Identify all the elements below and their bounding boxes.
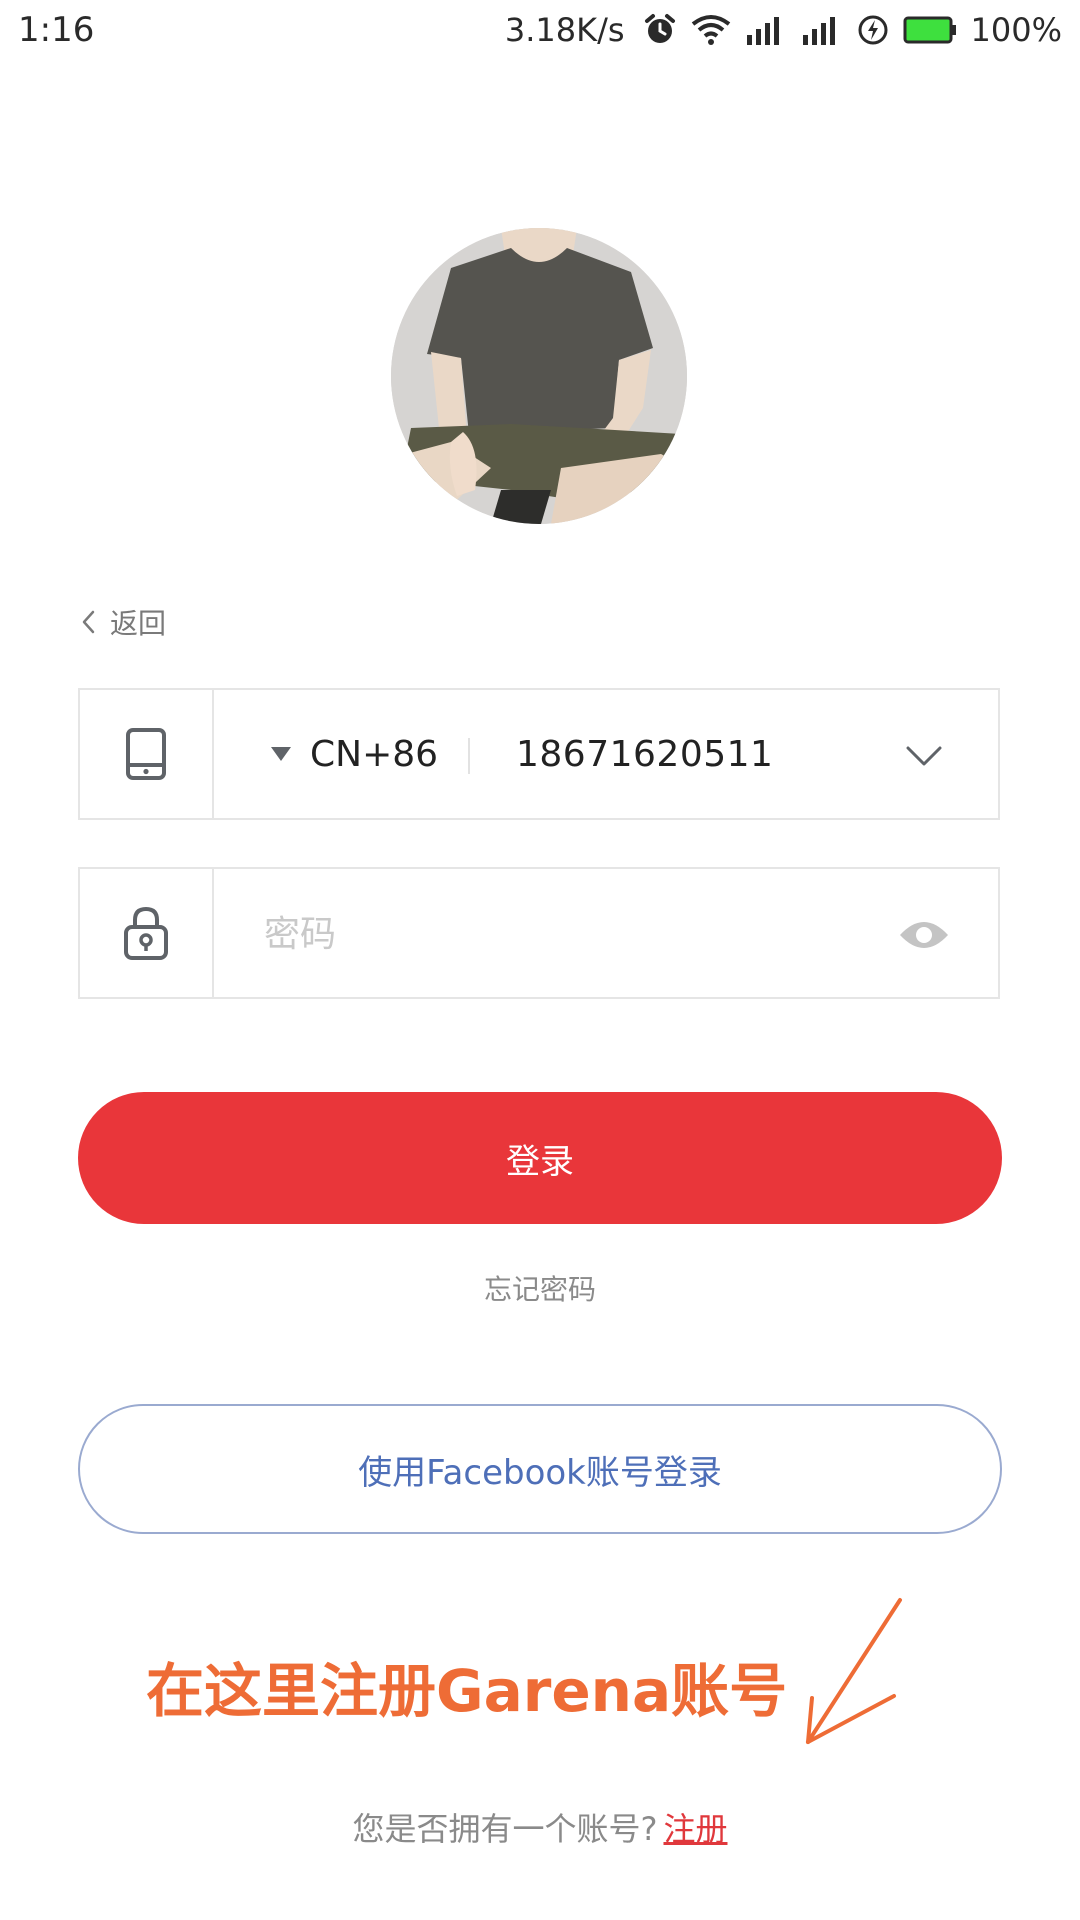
lock-icon [124, 906, 168, 960]
annotation-text: 在这里注册Garena账号 [146, 1657, 788, 1725]
chevron-down-icon[interactable] [904, 736, 944, 776]
status-icons: 3.18K/s 100% [505, 10, 1062, 50]
signal-icon [802, 17, 835, 45]
status-bar: 1:16 3.18K/s 100% [0, 0, 1080, 64]
register-prompt: 您是否拥有一个账号? [352, 1810, 658, 1848]
chevron-left-icon [82, 610, 95, 634]
divider [468, 738, 470, 774]
battery-icon [903, 16, 956, 44]
network-speed: 3.18K/s [504, 11, 625, 49]
lock-icon-cell [80, 869, 214, 997]
facebook-login-button[interactable]: 使用Facebook账号登录 [78, 1404, 1002, 1534]
forgot-password-link[interactable]: 忘记密码 [0, 1268, 1080, 1308]
password-field [78, 867, 1000, 999]
country-code-select[interactable]: CN+86 [270, 690, 438, 818]
password-input[interactable] [262, 897, 864, 971]
status-time: 1:16 [18, 10, 95, 50]
country-code: CN+86 [310, 733, 439, 775]
back-label: 返回 [110, 607, 167, 640]
phone-field: CN+86 18671620511 [78, 688, 1000, 820]
register-prompt-line: 您是否拥有一个账号? 注册 [0, 1804, 1080, 1850]
battery-percent: 100% [970, 11, 1062, 49]
triangle-down-icon [271, 747, 291, 761]
eye-icon[interactable] [898, 915, 950, 955]
back-button[interactable]: 返回 [80, 600, 166, 644]
phone-icon-cell [80, 690, 214, 818]
charging-icon [858, 15, 888, 45]
wifi-icon [691, 15, 730, 45]
alarm-icon [644, 14, 675, 43]
phone-input[interactable]: 18671620511 [516, 690, 773, 818]
login-button[interactable]: 登录 [78, 1092, 1002, 1224]
arrow-icon [806, 1598, 902, 1744]
user-avatar-image [391, 228, 687, 524]
avatar [391, 228, 687, 524]
signal-icon [746, 17, 779, 45]
register-link[interactable]: 注册 [663, 1810, 727, 1848]
phone-icon [126, 728, 166, 780]
